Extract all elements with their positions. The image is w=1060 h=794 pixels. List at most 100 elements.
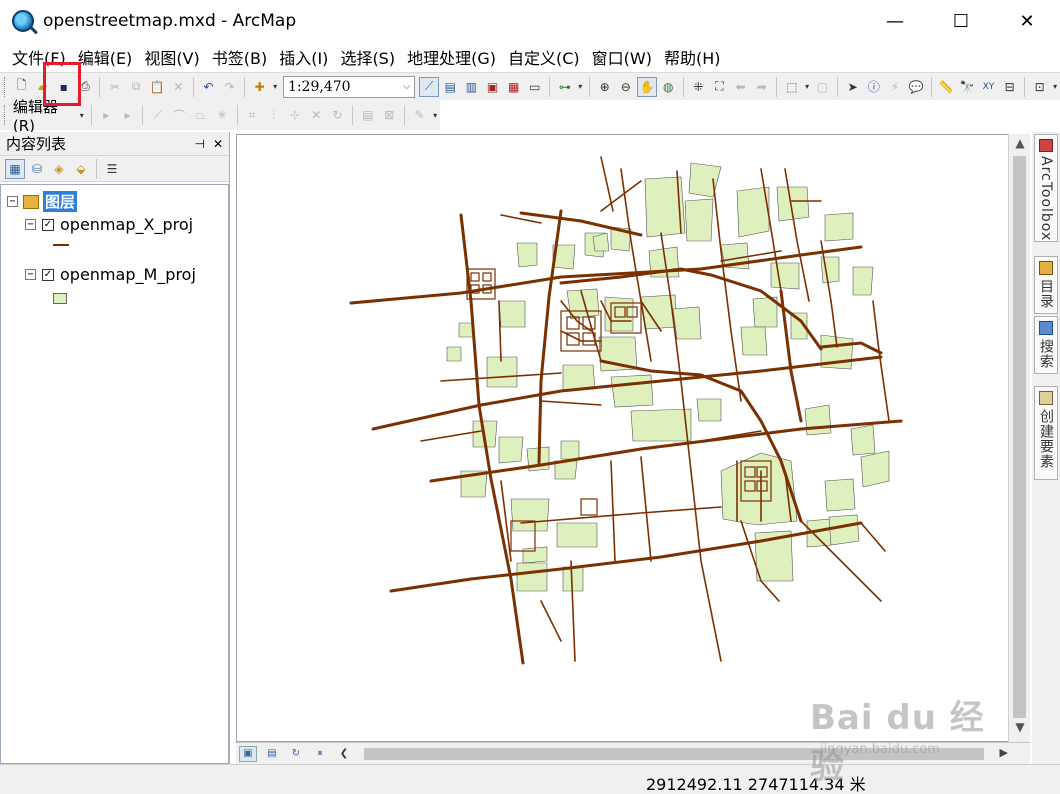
arctoolbox-icon[interactable]: ▦	[504, 77, 523, 97]
point-icon[interactable]: ✳	[212, 105, 231, 125]
layer-visibility-checkbox[interactable]: ✓	[42, 268, 54, 281]
delete-icon[interactable]: ✕	[169, 77, 188, 97]
collapse-icon[interactable]: −	[25, 269, 36, 280]
menu-edit[interactable]: 编辑(E)	[72, 45, 139, 69]
menu-view[interactable]: 视图(V)	[138, 45, 205, 69]
menu-customize[interactable]: 自定义(C)	[502, 45, 586, 69]
refresh-icon[interactable]: ↻	[287, 746, 305, 762]
time-slider-icon[interactable]: ⊟	[1000, 77, 1019, 97]
toc-options-icon[interactable]: ☰	[102, 159, 122, 179]
add-data-icon[interactable]: ✚	[250, 77, 269, 97]
close-icon[interactable]: ✕	[213, 137, 223, 151]
chevron-down-icon[interactable]: ▾	[803, 77, 811, 97]
select-features-icon[interactable]: ⬚	[782, 77, 801, 97]
zoom-out-icon[interactable]: ⊖	[616, 77, 635, 97]
python-window-icon[interactable]: ▭	[525, 77, 544, 97]
data-view-icon[interactable]: ▣	[239, 745, 257, 762]
measure-icon[interactable]: 📏	[937, 77, 956, 97]
line-symbol-icon[interactable]	[53, 244, 69, 246]
trace-icon[interactable]: ⏢	[191, 105, 210, 125]
scroll-up-icon[interactable]: ▲	[1009, 136, 1031, 156]
cut-polygons-icon[interactable]: ⊹	[285, 105, 304, 125]
edit-vertices-icon[interactable]: ⌗	[243, 105, 262, 125]
new-document-icon[interactable]: 🗋	[12, 77, 31, 97]
catalog-window-icon[interactable]: ▥	[462, 77, 481, 97]
edit-tool-icon[interactable]: ▸	[97, 105, 116, 125]
line-symbol-swatch[interactable]	[53, 244, 69, 246]
list-by-drawing-order-icon[interactable]: ▦	[5, 158, 25, 179]
menu-geoprocessing[interactable]: 地理处理(G)	[401, 45, 502, 69]
dock-tab-create-features[interactable]: 创建要素	[1034, 386, 1058, 480]
pan-icon[interactable]: ✋	[637, 76, 657, 97]
map-scale-combobox[interactable]: 1:29,470 ⌵	[282, 75, 416, 98]
toc-layer-row[interactable]: − ✓ openmap_M_proj	[25, 265, 196, 284]
sketch-properties-icon[interactable]: ⊠	[380, 105, 399, 125]
fixed-zoom-out-icon[interactable]: ⛶	[710, 77, 729, 97]
map-display[interactable]	[236, 134, 1030, 742]
table-of-contents-icon[interactable]: ▤	[441, 77, 460, 97]
menu-insert[interactable]: 插入(I)	[273, 45, 334, 69]
layer-name[interactable]: openmap_M_proj	[60, 265, 196, 284]
list-by-source-icon[interactable]: ⛁	[27, 159, 47, 179]
map-vertical-scrollbar[interactable]: ▲ ▼	[1008, 134, 1030, 742]
dock-tab-search[interactable]: 搜索	[1034, 316, 1058, 374]
zoom-in-icon[interactable]: ⊕	[595, 77, 614, 97]
minimize-button[interactable]: —	[862, 0, 928, 42]
chevron-down-icon[interactable]: ▾	[271, 77, 279, 97]
scroll-down-icon[interactable]: ▼	[1009, 720, 1031, 740]
list-by-selection-icon[interactable]: ⬙	[71, 159, 91, 179]
polygon-symbol-icon[interactable]	[53, 293, 67, 304]
scroll-left-icon[interactable]: ❮	[335, 746, 353, 762]
go-back-icon[interactable]: ⬅	[731, 77, 750, 97]
pause-drawing-icon[interactable]: ⏸	[311, 746, 329, 762]
toc-layer-row[interactable]: − ✓ openmap_X_proj	[25, 215, 193, 234]
menu-help[interactable]: 帮助(H)	[658, 45, 727, 69]
toolbar-grip[interactable]	[4, 76, 8, 97]
layer-visibility-checkbox[interactable]: ✓	[42, 218, 54, 231]
select-elements-icon[interactable]: ➤	[843, 77, 862, 97]
close-button[interactable]: ✕	[994, 0, 1060, 42]
paste-icon[interactable]: 📋	[148, 77, 167, 97]
toolbar-grip[interactable]	[4, 105, 8, 125]
maximize-button[interactable]: ☐	[928, 0, 994, 42]
list-by-visibility-icon[interactable]: ◈	[49, 159, 69, 179]
layers-group-label[interactable]: 图层	[43, 191, 78, 212]
toolbar-overflow-icon[interactable]: ▾	[576, 77, 584, 97]
scrollbar-thumb[interactable]	[1013, 156, 1026, 718]
edit-annotation-icon[interactable]: ▸	[118, 105, 137, 125]
straight-segment-icon[interactable]: ⟋	[148, 105, 167, 125]
clear-selection-icon[interactable]: ▢	[813, 77, 832, 97]
attributes-icon[interactable]: ▤	[358, 105, 377, 125]
go-forward-icon[interactable]: ➡	[752, 77, 771, 97]
redo-icon[interactable]: ↷	[220, 77, 239, 97]
editor-toolbar-icon[interactable]: ⟋	[419, 76, 439, 97]
chevron-down-icon[interactable]: ⌵	[403, 81, 411, 92]
undo-icon[interactable]: ↶	[199, 77, 218, 97]
menu-windows[interactable]: 窗口(W)	[586, 45, 658, 69]
reshape-icon[interactable]: ⫶	[264, 105, 283, 125]
layout-view-icon[interactable]: ▤	[263, 746, 281, 762]
menu-bookmarks[interactable]: 书签(B)	[206, 45, 273, 69]
menu-selection[interactable]: 选择(S)	[334, 45, 401, 69]
identify-icon[interactable]: ⓘ	[864, 77, 883, 97]
chevron-down-icon[interactable]: ▾	[78, 105, 86, 125]
end-point-arc-icon[interactable]: ⌒	[170, 105, 189, 125]
collapse-icon[interactable]: −	[7, 196, 18, 207]
html-popup-icon[interactable]: 💬	[907, 77, 926, 97]
find-icon[interactable]: 🔭	[958, 77, 977, 97]
toolbar-overflow-icon[interactable]: ▾	[1051, 77, 1059, 97]
fixed-zoom-in-icon[interactable]: ⁜	[689, 77, 708, 97]
search-window-icon[interactable]: ▣	[483, 77, 502, 97]
create-viewer-window-icon[interactable]: ⊡	[1030, 77, 1049, 97]
collapse-icon[interactable]: −	[25, 219, 36, 230]
create-features-icon[interactable]: ✎	[410, 105, 429, 125]
hyperlink-icon[interactable]: ⚡	[885, 77, 904, 97]
pin-icon[interactable]: ⊣	[194, 137, 204, 151]
dock-tab-catalog[interactable]: 目录	[1034, 256, 1058, 314]
model-builder-icon[interactable]: ⊶	[555, 77, 574, 97]
polygon-symbol-swatch[interactable]	[53, 293, 67, 304]
rotate-icon[interactable]: ↻	[328, 105, 347, 125]
full-extent-icon[interactable]: ◍	[659, 77, 678, 97]
split-icon[interactable]: ✕	[307, 105, 326, 125]
dock-tab-arctoolbox[interactable]: ArcToolbox	[1034, 134, 1058, 242]
